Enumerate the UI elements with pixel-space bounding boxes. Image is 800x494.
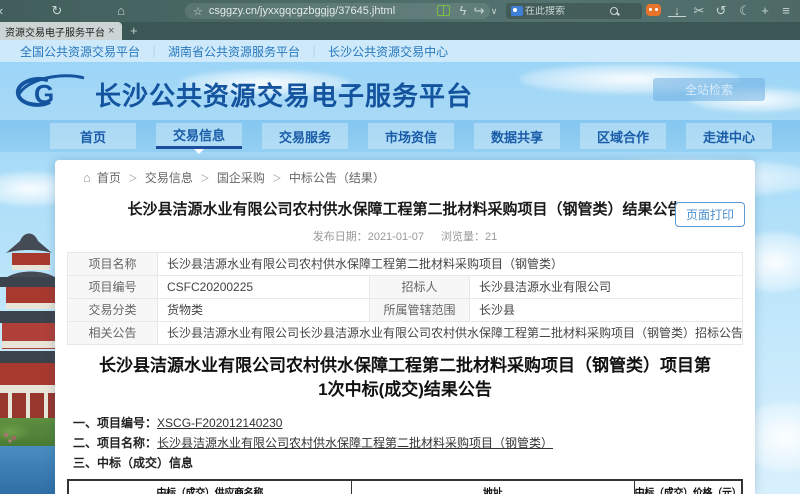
bookmark-star-icon[interactable]: ☆ <box>193 5 203 18</box>
scissors-icon[interactable]: ✂ <box>690 2 708 20</box>
nav-item-trade-info[interactable]: 交易信息 <box>156 123 242 149</box>
download-icon[interactable]: ↓ <box>668 2 686 17</box>
project-name-value: 长沙县洁源水业有限公司农村供水保障工程第二批材料采购项目（钢管类） <box>158 252 743 275</box>
item2-label: 二、项目名称： <box>73 436 157 450</box>
item1-value: XSCG-F202012140230 <box>157 416 282 430</box>
link-national-platform[interactable]: 全国公共资源交易平台 <box>20 43 140 60</box>
quick-search-bar[interactable] <box>506 3 642 19</box>
site-title: 长沙公共资源交易电子服务平台 <box>95 76 473 113</box>
reader-mode-icon[interactable] <box>437 5 450 16</box>
quick-search-input[interactable] <box>525 6 609 17</box>
publish-date-label: 发布日期： <box>313 231 368 243</box>
magnifier-icon[interactable] <box>609 6 620 17</box>
link-hunan-platform[interactable]: 湖南省公共资源服务平台 <box>140 43 300 60</box>
add-toolbar-icon[interactable]: + <box>756 2 774 20</box>
category-value: 货物类 <box>158 298 370 321</box>
item3-label: 三、中标（成交）信息 <box>73 456 193 470</box>
views-label: 浏览量： <box>441 231 485 243</box>
project-info-table: 项目名称 长沙县洁源水业有限公司农村供水保障工程第二批材料采购项目（钢管类） 项… <box>67 252 743 345</box>
pavilion-image <box>0 227 58 419</box>
breadcrumb-trade-info[interactable]: 交易信息 <box>121 169 193 186</box>
related-notice-value: 长沙县洁源水业有限公司长沙县洁源水业有限公司农村供水保障工程第二批材料采购项目（… <box>158 321 743 344</box>
table-row: 交易分类 货物类 所属管辖范围 长沙县 <box>68 298 743 321</box>
nav-item-home[interactable]: 首页 <box>50 123 136 149</box>
item-project-name: 二、项目名称：长沙县洁源水业有限公司农村供水保障工程第二批材料采购项目（钢管类） <box>73 434 755 451</box>
tenderer-value: 长沙县洁源水业有限公司 <box>470 275 743 298</box>
page-title: 长沙县洁源水业有限公司农村供水保障工程第二批材料采购项目（钢管类）结果公告 <box>55 193 755 221</box>
content-panel: ⌂ 首页 交易信息 国企采购 中标公告（结果） 长沙县洁源水业有限公司农村供水保… <box>55 160 755 494</box>
browser-toolbar: ‹ ↻ ⌂ ☆ csggzy.cn/jyxxgqcgzbggjg/37645.j… <box>0 0 800 22</box>
category-label: 交易分类 <box>68 298 158 321</box>
site-logo: G <box>12 70 86 112</box>
home-icon: ⌂ <box>83 170 91 185</box>
url-text: csggzy.cn/jyxxgqcgzbggjg/37645.jhtml <box>209 5 395 17</box>
supplier-header: 中标（成交）供应商名称 <box>68 480 351 494</box>
history-icon[interactable]: ↺ <box>712 2 730 20</box>
search-engine-icon <box>511 6 523 16</box>
item-award-info: 三、中标（成交）信息 <box>73 454 755 471</box>
portal-links-bar: 全国公共资源交易平台 湖南省公共资源服务平台 长沙公共资源交易中心 <box>0 40 800 62</box>
new-tab-icon[interactable]: + <box>130 23 138 38</box>
views-value: 21 <box>485 231 497 243</box>
site-search-input[interactable] <box>653 78 765 101</box>
publish-date-value: 2021-01-07 <box>368 231 424 243</box>
water-image <box>0 444 58 494</box>
tab-close-icon[interactable]: × <box>108 25 114 37</box>
price-header: 中标（成交）价格（元） <box>634 480 742 494</box>
nav-item-about-center[interactable]: 走进中心 <box>686 123 772 149</box>
breadcrumb-soe-procurement[interactable]: 国企采购 <box>193 169 265 186</box>
project-no-label: 项目编号 <box>68 275 158 298</box>
jurisdiction-label: 所属管辖范围 <box>370 298 470 321</box>
main-nav: 首页 交易信息 交易服务 市场资信 数据共享 区域合作 走进中心 <box>0 120 800 152</box>
item-project-no: 一、项目编号：XSCG-F202012140230 <box>73 414 755 431</box>
home-icon[interactable]: ⌂ <box>112 2 130 20</box>
project-name-label: 项目名称 <box>68 252 158 275</box>
breadcrumb-home[interactable]: 首页 <box>97 169 121 186</box>
item2-value: 长沙县洁源水业有限公司农村供水保障工程第二批材料采购项目（钢管类） <box>157 436 553 450</box>
link-changsha-center[interactable]: 长沙公共资源交易中心 <box>300 43 448 60</box>
article-meta: 发布日期：2021-01-07 浏览量：21 <box>55 221 755 252</box>
browser-chrome: ‹ ↻ ⌂ ☆ csggzy.cn/jyxxgqcgzbggjg/37645.j… <box>0 0 800 40</box>
menu-icon[interactable]: ≡ <box>777 2 795 20</box>
tab-title: 长沙公共资源交易电子服务平台 <box>5 24 105 39</box>
flowers-image <box>2 430 22 444</box>
table-row: 项目名称 长沙县洁源水业有限公司农村供水保障工程第二批材料采购项目（钢管类） <box>68 252 743 275</box>
table-row: 项目编号 CSFC20200225 招标人 长沙县洁源水业有限公司 <box>68 275 743 298</box>
night-mode-icon[interactable]: ☾ <box>736 2 754 20</box>
tenderer-label: 招标人 <box>370 275 470 298</box>
nav-item-regional-coop[interactable]: 区域合作 <box>580 123 666 149</box>
breadcrumb-award-notice[interactable]: 中标公告（结果） <box>265 169 385 186</box>
award-result-table: 中标（成交）供应商名称 地址 中标（成交）价格（元） 湖南天卓管业有限公司 望城… <box>67 479 743 494</box>
print-page-button[interactable]: 页面打印 <box>675 202 745 227</box>
table-header-row: 中标（成交）供应商名称 地址 中标（成交）价格（元） <box>68 480 742 494</box>
announcement-items: 一、项目编号：XSCG-F202012140230 二、项目名称：长沙县洁源水业… <box>55 407 755 476</box>
address-header: 地址 <box>351 480 634 494</box>
reload-icon[interactable]: ↻ <box>48 2 66 20</box>
browser-tab[interactable]: 长沙公共资源交易电子服务平台 × <box>0 22 122 40</box>
jurisdiction-value: 长沙县 <box>470 298 743 321</box>
tab-strip: 长沙公共资源交易电子服务平台 × + <box>0 22 800 40</box>
related-notice-label: 相关公告 <box>68 321 158 344</box>
breadcrumb: ⌂ 首页 交易信息 国企采购 中标公告（结果） <box>55 160 755 193</box>
project-no-value: CSFC20200225 <box>158 275 370 298</box>
announcement-heading: 长沙县洁源水业有限公司农村供水保障工程第二批材料采购项目（钢管类）项目第1次中标… <box>55 345 755 407</box>
nav-item-data-share[interactable]: 数据共享 <box>474 123 560 149</box>
item1-label: 一、项目编号： <box>73 416 157 430</box>
back-icon[interactable]: ‹ <box>0 2 10 20</box>
share-chevron-icon[interactable]: ∨ <box>485 2 503 20</box>
nav-item-market-credit[interactable]: 市场资信 <box>368 123 454 149</box>
nav-item-trade-service[interactable]: 交易服务 <box>262 123 348 149</box>
gamepad-icon[interactable] <box>646 4 661 16</box>
svg-text:G: G <box>34 79 54 109</box>
table-row: 相关公告 长沙县洁源水业有限公司长沙县洁源水业有限公司农村供水保障工程第二批材料… <box>68 321 743 344</box>
screenshot-root: ‹ ↻ ⌂ ☆ csggzy.cn/jyxxgqcgzbggjg/37645.j… <box>0 0 800 494</box>
